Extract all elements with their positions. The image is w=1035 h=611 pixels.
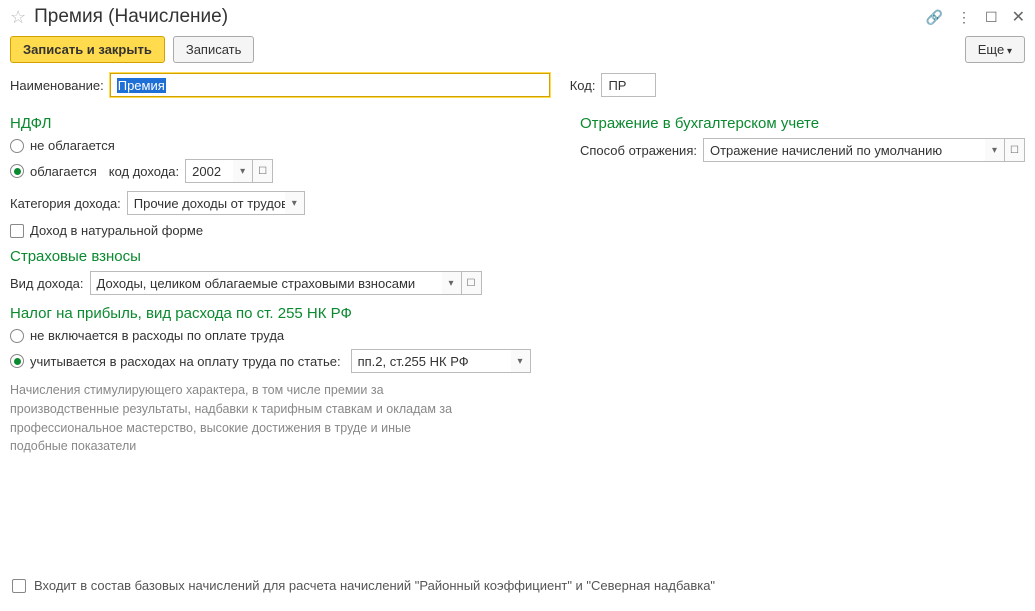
accounting-method-dropdown-icon[interactable]: ▾ xyxy=(985,138,1005,162)
name-label: Наименование: xyxy=(10,78,104,93)
link-icon[interactable]: 🔗 xyxy=(926,9,943,26)
close-icon[interactable]: ✕ xyxy=(1012,7,1025,27)
code-label: Код: xyxy=(570,78,596,93)
profit-not-included-radio[interactable] xyxy=(10,329,24,343)
natural-form-label: Доход в натуральной форме xyxy=(30,223,203,238)
save-button[interactable]: Записать xyxy=(173,36,255,63)
income-code-dropdown-icon[interactable]: ▾ xyxy=(233,159,253,183)
income-category-input[interactable]: Прочие доходы от трудов xyxy=(127,191,285,215)
profit-tax-section-title: Налог на прибыль, вид расхода по ст. 255… xyxy=(10,305,550,322)
base-accruals-label: Входит в состав базовых начислений для р… xyxy=(34,578,715,593)
insurance-type-label: Вид дохода: xyxy=(10,276,84,291)
profit-article-hint: Начисления стимулирующего характера, в т… xyxy=(10,381,470,456)
income-category-label: Категория дохода: xyxy=(10,196,121,211)
ndfl-section-title: НДФЛ xyxy=(10,115,550,132)
insurance-type-open-icon[interactable]: ☐ xyxy=(462,271,482,295)
insurance-section-title: Страховые взносы xyxy=(10,248,550,265)
insurance-type-input[interactable]: Доходы, целиком облагаемые страховыми вз… xyxy=(90,271,442,295)
more-button[interactable]: Еще xyxy=(965,36,1025,63)
income-code-open-icon[interactable]: ☐ xyxy=(253,159,273,183)
accounting-method-input[interactable]: Отражение начислений по умолчанию xyxy=(703,138,985,162)
name-input[interactable]: Премия xyxy=(110,73,550,97)
save-and-close-button[interactable]: Записать и закрыть xyxy=(10,36,165,63)
ndfl-not-taxed-label: не облагается xyxy=(30,138,115,153)
ndfl-not-taxed-radio[interactable] xyxy=(10,139,24,153)
accounting-section-title: Отражение в бухгалтерском учете xyxy=(580,115,1025,132)
income-code-label: код дохода: xyxy=(109,164,179,179)
favorite-star-icon[interactable]: ☆ xyxy=(10,7,26,28)
profit-article-input[interactable]: пп.2, ст.255 НК РФ xyxy=(351,349,511,373)
insurance-type-dropdown-icon[interactable]: ▾ xyxy=(442,271,462,295)
profit-included-label: учитывается в расходах на оплату труда п… xyxy=(30,354,341,369)
base-accruals-checkbox[interactable] xyxy=(12,579,26,593)
accounting-method-open-icon[interactable]: ☐ xyxy=(1005,138,1025,162)
profit-included-radio[interactable] xyxy=(10,354,24,368)
profit-not-included-label: не включается в расходы по оплате труда xyxy=(30,328,284,343)
profit-article-dropdown-icon[interactable]: ▾ xyxy=(511,349,531,373)
income-category-dropdown-icon[interactable]: ▾ xyxy=(285,191,305,215)
ndfl-taxed-label: облагается xyxy=(30,164,97,179)
accounting-method-label: Способ отражения: xyxy=(580,143,697,158)
ndfl-taxed-radio[interactable] xyxy=(10,164,24,178)
code-input[interactable]: ПР xyxy=(601,73,656,97)
income-code-input[interactable]: 2002 xyxy=(185,159,233,183)
maximize-icon[interactable]: ☐ xyxy=(985,9,998,26)
natural-form-checkbox[interactable] xyxy=(10,224,24,238)
kebab-menu-icon[interactable]: ⋮ xyxy=(957,9,971,26)
window-title: Премия (Начисление) xyxy=(34,6,925,28)
